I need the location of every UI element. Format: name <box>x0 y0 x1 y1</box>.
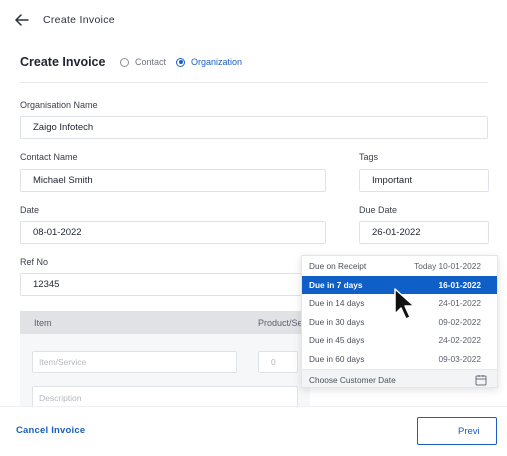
page-title: Create Invoice <box>43 14 115 26</box>
form-title: Create Invoice <box>20 55 106 69</box>
mouse-pointer-icon <box>394 288 415 320</box>
radio-organization-dot <box>176 57 185 67</box>
tags-input[interactable]: Important <box>359 169 489 192</box>
contact-name-label: Contact Name <box>20 152 78 162</box>
ref-no-input[interactable]: 12345 <box>20 273 326 296</box>
calendar-icon <box>475 374 487 385</box>
organisation-name-label: Organisation Name <box>20 100 98 110</box>
option-date: 24-02-2022 <box>438 335 481 346</box>
description-input[interactable]: Description <box>32 386 298 408</box>
column-product-service: Product/Se <box>258 318 303 328</box>
back-button[interactable] <box>12 10 32 30</box>
option-label: Due in 45 days <box>309 335 365 346</box>
choose-customer-date-option[interactable]: Choose Customer Date <box>302 369 497 387</box>
organisation-name-input[interactable]: Zaigo Infotech <box>20 116 488 139</box>
option-date: 09-03-2022 <box>438 353 481 364</box>
radio-contact-dot <box>120 57 129 67</box>
contact-name-input[interactable]: Michael Smith <box>20 169 326 192</box>
column-item: Item <box>34 318 52 328</box>
cancel-invoice-button[interactable]: Cancel Invoice <box>16 425 85 436</box>
quantity-input[interactable]: 0 <box>258 351 298 373</box>
due-date-dropdown: Due on Receipt Today 10-01-2022 Due in 7… <box>301 255 498 388</box>
date-input[interactable]: 08-01-2022 <box>20 221 326 244</box>
option-label: Due in 7 days <box>309 279 363 290</box>
due-date-input[interactable]: 26-01-2022 <box>359 221 489 244</box>
option-date: 09-02-2022 <box>438 316 481 327</box>
radio-contact[interactable]: Contact <box>120 57 166 67</box>
radio-contact-label: Contact <box>135 57 167 67</box>
preview-button[interactable]: Previ <box>417 417 497 445</box>
footer-divider <box>0 406 507 407</box>
option-date: 16-01-2022 <box>438 279 481 290</box>
radio-organization[interactable]: Organization <box>176 57 242 67</box>
due-date-label: Due Date <box>359 205 398 215</box>
option-date: Today 10-01-2022 <box>414 261 481 272</box>
ref-no-label: Ref No <box>20 257 49 267</box>
option-label: Due on Receipt <box>309 261 367 272</box>
dropdown-option-due-on-receipt[interactable]: Due on Receipt Today 10-01-2022 <box>302 257 497 276</box>
dropdown-option-due-in-60-days[interactable]: Due in 60 days 09-03-2022 <box>302 350 497 369</box>
item-service-input[interactable]: Item/Service <box>32 351 237 373</box>
divider <box>20 82 488 83</box>
option-label: Due in 14 days <box>309 298 365 309</box>
dropdown-option-due-in-45-days[interactable]: Due in 45 days 24-02-2022 <box>302 331 497 350</box>
items-table-header: Item Product/Se <box>20 311 310 334</box>
tags-label: Tags <box>359 152 379 162</box>
option-date: 24-01-2022 <box>438 298 481 309</box>
choose-customer-date-label: Choose Customer Date <box>309 374 396 385</box>
radio-organization-label: Organization <box>191 57 243 67</box>
option-label: Due in 60 days <box>309 353 365 364</box>
option-label: Due in 30 days <box>309 316 365 327</box>
date-label: Date <box>20 205 40 215</box>
arrow-left-icon <box>15 14 29 26</box>
